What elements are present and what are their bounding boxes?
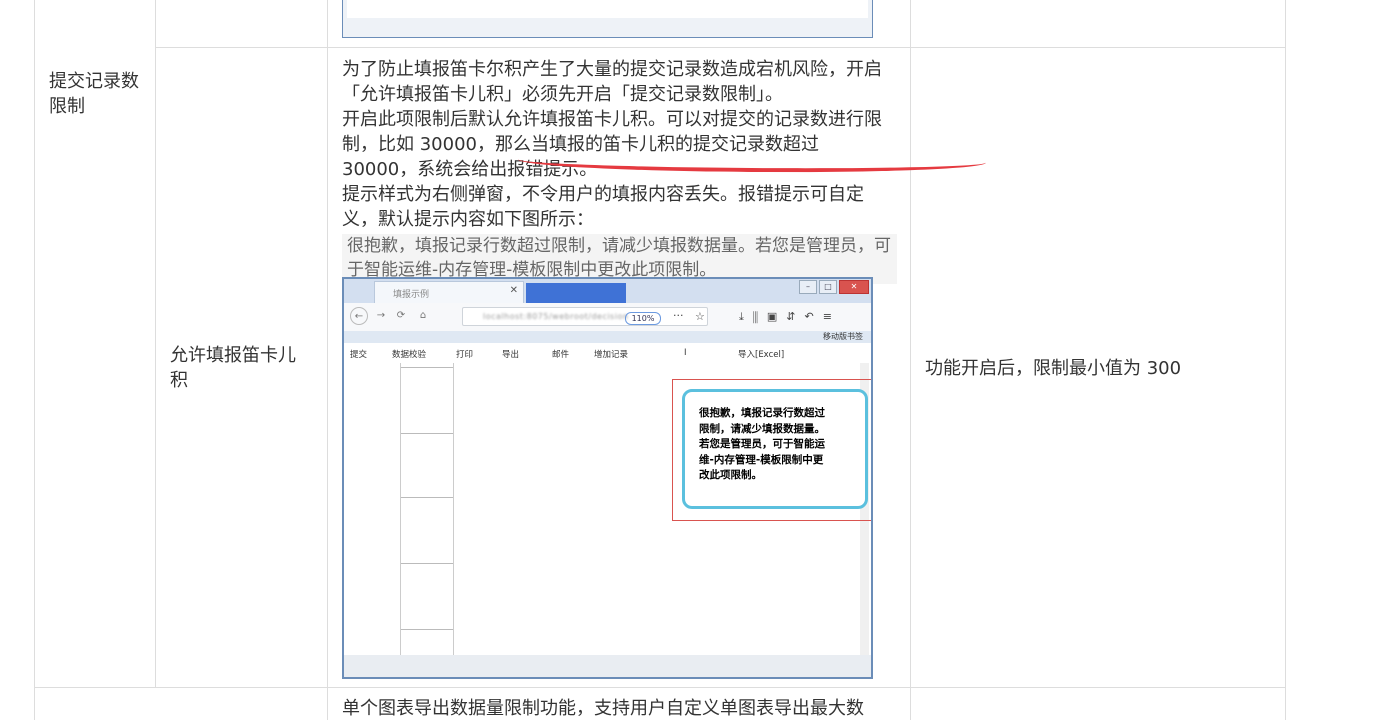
error-popup-screenshot: 填报示例 ✕ – □ ✕ ← → ⟳ ⌂ localhost:8075/webr…: [342, 277, 873, 679]
popup-message: 很抱歉，填报记录行数超过限制，请减少填报数据量。若您是管理员，可于智能运维-内存…: [699, 407, 825, 481]
minimize-icon: –: [799, 280, 817, 294]
address-bar: localhost:8075/webroot/decision 110% ···…: [462, 307, 708, 326]
note-cell: 功能开启后，限制最小值为 300: [925, 358, 1182, 379]
verify-button: 数据校验: [392, 350, 427, 360]
print-button: 打印: [456, 350, 474, 360]
submit-button: 提交: [350, 350, 368, 360]
close-window-icon: ✕: [839, 280, 869, 294]
error-popup: 很抱歉，填报记录行数超过限制，请减少填报数据量。若您是管理员，可于智能运维-内存…: [682, 389, 868, 509]
browser-tab: 填报示例 ✕: [374, 281, 524, 303]
browser-tab-active: [526, 283, 626, 303]
feature-cell: 允许填报笛卡儿积: [170, 345, 296, 391]
forward-icon: →: [376, 310, 386, 321]
import-excel-button: 导入[Excel]: [738, 350, 785, 360]
star-icon: ☆: [695, 310, 705, 323]
report-toolbar: 提交 数据校验 打印 导出 邮件 增加记录 I 导入[Excel]: [344, 343, 871, 364]
maximize-icon: □: [819, 280, 837, 294]
mobile-bookmark: 移动版书签: [823, 332, 863, 341]
browser-navbar: ← → ⟳ ⌂ localhost:8075/webroot/decision …: [344, 303, 871, 331]
browser-toolbar-icons: ⤓⫼▣⇵↶≡: [739, 310, 841, 323]
row-divider-bottom: [34, 687, 1286, 688]
description-paragraph-1: 为了防止填报笛卡尔积产生了大量的提交记录数造成宕机风险，开启「允许填报笛卡儿积」…: [342, 59, 882, 105]
row-divider-top: [155, 47, 1286, 48]
add-record-button: 增加记录: [594, 350, 629, 360]
col-divider-2: [327, 0, 328, 720]
window-controls: – □ ✕: [799, 280, 869, 294]
address-url: localhost:8075/webroot/decision: [483, 312, 629, 321]
col-divider-3: [910, 0, 911, 720]
col-divider-1: [155, 0, 156, 687]
browser-titlebar: 填报示例 ✕ – □ ✕: [344, 279, 871, 303]
more-icon: ···: [673, 309, 684, 322]
toolbar-marker: I: [684, 348, 687, 358]
table-border-right: [1285, 0, 1286, 720]
category-cell: 提交记录数限制: [49, 71, 139, 117]
home-icon: ⌂: [419, 310, 427, 321]
table-border-left: [34, 0, 35, 720]
previous-screenshot: [342, 0, 873, 38]
zoom-badge: 110%: [625, 312, 661, 325]
mail-button: 邮件: [552, 350, 570, 360]
export-button: 导出: [502, 350, 520, 360]
report-column: [400, 363, 454, 655]
next-row-description: 单个图表导出数据量限制功能，支持用户自定义单图表导出最大数: [342, 698, 864, 719]
status-bar: [344, 655, 871, 677]
reload-icon: ⟳: [396, 310, 406, 321]
tab-title: 填报示例: [393, 290, 430, 300]
description-paragraph-3: 提示样式为右侧弹窗，不令用户的填报内容丢失。报错提示可自定义，默认提示内容如下图…: [342, 184, 864, 230]
close-icon: ✕: [509, 285, 518, 296]
back-icon: ←: [350, 307, 368, 325]
